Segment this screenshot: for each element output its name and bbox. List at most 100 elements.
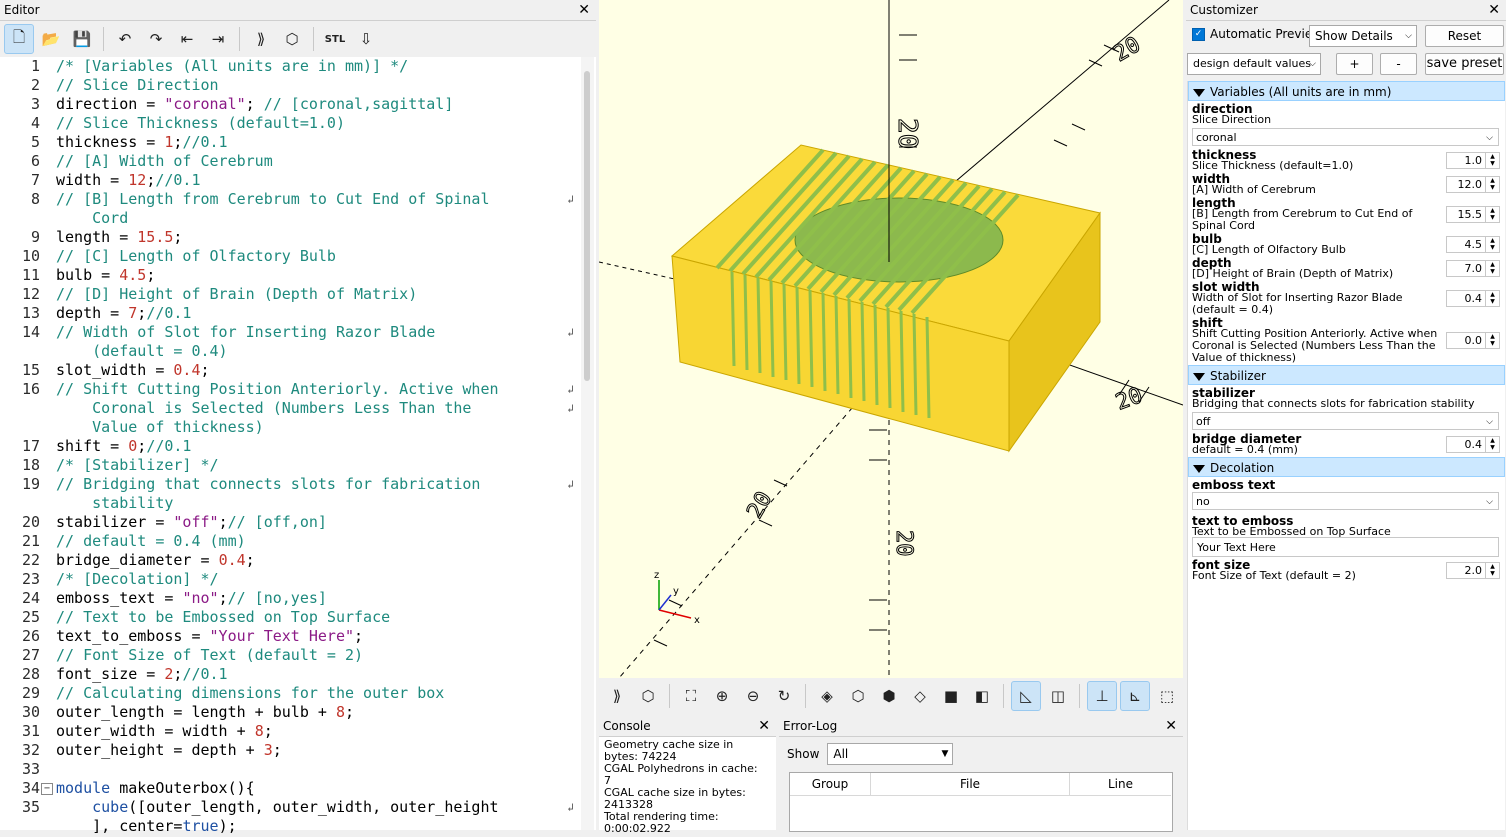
bulb-spinbox[interactable]: 4.5 ▲ ▼ (1446, 236, 1500, 253)
save-preset-button[interactable]: save preset (1425, 53, 1504, 75)
spin-arrows-icon[interactable]: ▲ ▼ (1485, 261, 1499, 276)
view-top-icon[interactable]: ⬡ (844, 682, 872, 710)
code-line[interactable]: 5 thickness = 1;//0.1 (0, 133, 578, 152)
3d-viewport[interactable]: 20 20 20 20 20 z y x (599, 0, 1183, 678)
spin-arrows-icon[interactable]: ▲ ▼ (1485, 237, 1499, 252)
code-line[interactable]: 4 // Slice Thickness (default=1.0) (0, 114, 578, 133)
emboss-text-select[interactable]: no ⌵ (1192, 492, 1499, 510)
code-line[interactable]: 9 length = 15.5; (0, 228, 578, 247)
code-line[interactable]: 30 outer_length = length + bulb + 8; (0, 703, 578, 722)
close-editor-icon[interactable]: ✕ (578, 0, 590, 20)
export-stl-icon[interactable]: STL (321, 25, 349, 53)
show-axes-icon[interactable]: ⊥ (1087, 681, 1117, 711)
orthogonal-icon[interactable]: ◫ (1044, 682, 1072, 710)
show-details-select[interactable]: Show Details ⌵ (1309, 25, 1417, 47)
indent-icon[interactable]: ⇥ (204, 25, 232, 53)
code-line[interactable]: ], center=true); (0, 817, 578, 836)
code-line[interactable]: 34 module makeOuterbox(){− (0, 779, 578, 798)
column-group[interactable]: Group (790, 773, 871, 796)
new-file-icon[interactable]: 🗋 (4, 24, 34, 54)
fold-toggle-icon[interactable]: − (41, 783, 53, 795)
section-decolation[interactable]: Decolation (1188, 457, 1505, 477)
reset-button[interactable]: Reset (1425, 25, 1504, 47)
spin-arrows-icon[interactable]: ▲ ▼ (1485, 177, 1499, 192)
view-right-icon[interactable]: ◈ (813, 682, 841, 710)
preview-icon[interactable]: ⟫ (247, 25, 275, 53)
remove-preset-button[interactable]: - (1380, 53, 1417, 75)
open-file-icon[interactable]: 📂 (37, 25, 65, 53)
code-line[interactable]: 33 (0, 760, 578, 779)
thickness-spinbox[interactable]: 1.0 ▲ ▼ (1446, 152, 1500, 169)
code-line[interactable]: 6 // [A] Width of Cerebrum (0, 152, 578, 171)
font-size-spinbox[interactable]: 2.0 ▲ ▼ (1446, 562, 1500, 579)
show-filter-select[interactable]: All ▼ (827, 743, 954, 765)
code-line[interactable]: stability (0, 494, 578, 513)
code-line[interactable]: 24 emboss_text = "no";// [no,yes] (0, 589, 578, 608)
preview-icon[interactable]: ⟫ (603, 682, 631, 710)
code-line[interactable]: 14 // Width of Slot for Inserting Razor B… (0, 323, 578, 342)
code-editor[interactable]: 1 /* [Variables (All units are in mm)] */… (0, 57, 578, 836)
preset-select[interactable]: design default values ⌵ (1187, 53, 1321, 75)
code-line[interactable]: 28 font_size = 2;//0.1 (0, 665, 578, 684)
code-line[interactable]: 19 // Bridging that connects slots for fa… (0, 475, 578, 494)
code-line[interactable]: 31 outer_width = width + 8; (0, 722, 578, 741)
render-icon[interactable]: ⬡ (634, 682, 662, 710)
code-line[interactable]: 27 // Font Size of Text (default = 2) (0, 646, 578, 665)
shift-spinbox[interactable]: 0.0 ▲ ▼ (1446, 332, 1500, 349)
editor-scrollbar[interactable] (581, 57, 594, 830)
code-line[interactable]: 32 outer_height = depth + 3; (0, 741, 578, 760)
send-to-print-icon[interactable]: ⇩ (352, 25, 380, 53)
bridge-diameter-spinbox[interactable]: 0.4 ▲ ▼ (1446, 436, 1500, 453)
code-line[interactable]: 25 // Text to be Embossed on Top Surface (0, 608, 578, 627)
code-line[interactable]: 29 // Calculating dimensions for the oute… (0, 684, 578, 703)
auto-preview-checkbox[interactable]: ✓ (1192, 27, 1205, 41)
save-file-icon[interactable]: 💾 (68, 25, 96, 53)
redo-icon[interactable]: ↷ (142, 25, 170, 53)
slot-width-spinbox[interactable]: 0.4 ▲ ▼ (1446, 290, 1500, 307)
code-line[interactable]: Cord (0, 209, 578, 228)
view-left-icon[interactable]: ◇ (906, 682, 934, 710)
code-line[interactable]: 2 // Slice Direction (0, 76, 578, 95)
section-variables[interactable]: Variables (All units are in mm) (1188, 81, 1505, 101)
code-line[interactable]: Value of thickness) (0, 418, 578, 437)
code-line[interactable]: 17 shift = 0;//0.1 (0, 437, 578, 456)
text-to-emboss-input[interactable]: Your Text Here (1192, 537, 1499, 557)
code-line[interactable]: 10 // [C] Length of Olfactory Bulb (0, 247, 578, 266)
perspective-icon[interactable]: ◺ (1011, 681, 1041, 711)
reset-view-icon[interactable]: ↻ (770, 682, 798, 710)
section-stabilizer[interactable]: Stabilizer (1188, 365, 1505, 385)
spin-arrows-icon[interactable]: ▲ ▼ (1485, 437, 1499, 452)
close-customizer-icon[interactable]: ✕ (1488, 0, 1500, 20)
column-line[interactable]: Line (1070, 773, 1171, 796)
width-spinbox[interactable]: 12.0 ▲ ▼ (1446, 176, 1500, 193)
close-error-log-icon[interactable]: ✕ (1165, 716, 1177, 736)
close-console-icon[interactable]: ✕ (758, 716, 770, 736)
code-line[interactable]: 18 /* [Stabilizer] */ (0, 456, 578, 475)
code-line[interactable]: 22 bridge_diameter = 0.4; (0, 551, 578, 570)
column-file[interactable]: File (871, 773, 1070, 796)
spin-arrows-icon[interactable]: ▲ ▼ (1485, 563, 1499, 578)
code-line[interactable]: 7 width = 12;//0.1 (0, 171, 578, 190)
view-front-icon[interactable]: ■ (937, 682, 965, 710)
code-line[interactable]: 15 slot_width = 0.4; (0, 361, 578, 380)
code-line[interactable]: 21 // default = 0.4 (mm) (0, 532, 578, 551)
spin-arrows-icon[interactable]: ▲ ▼ (1485, 153, 1499, 168)
spin-arrows-icon[interactable]: ▲ ▼ (1485, 207, 1499, 222)
length-spinbox[interactable]: 15.5 ▲ ▼ (1446, 206, 1500, 223)
code-line[interactable]: 35 cube([outer_length, outer_width, oute… (0, 798, 578, 817)
spin-arrows-icon[interactable]: ▲ ▼ (1485, 333, 1499, 348)
direction-select[interactable]: coronal ⌵ (1192, 128, 1499, 146)
code-line[interactable]: 1 /* [Variables (All units are in mm)] */ (0, 57, 578, 76)
code-line[interactable]: 20 stabilizer = "off";// [off,on] (0, 513, 578, 532)
view-back-icon[interactable]: ◧ (968, 682, 996, 710)
code-line[interactable]: 11 bulb = 4.5; (0, 266, 578, 285)
unindent-icon[interactable]: ⇤ (173, 25, 201, 53)
render-icon[interactable]: ⬡ (278, 25, 306, 53)
spin-arrows-icon[interactable]: ▲ ▼ (1485, 291, 1499, 306)
code-line[interactable]: 23 /* [Decolation] */ (0, 570, 578, 589)
code-line[interactable]: Coronal is Selected (Numbers Less Than t… (0, 399, 578, 418)
code-line[interactable]: 12 // [D] Height of Brain (Depth of Matri… (0, 285, 578, 304)
show-scale-icon[interactable]: ⊾ (1120, 681, 1150, 711)
add-preset-button[interactable]: + (1336, 53, 1373, 75)
view-all-icon[interactable]: ⛶ (677, 682, 705, 710)
